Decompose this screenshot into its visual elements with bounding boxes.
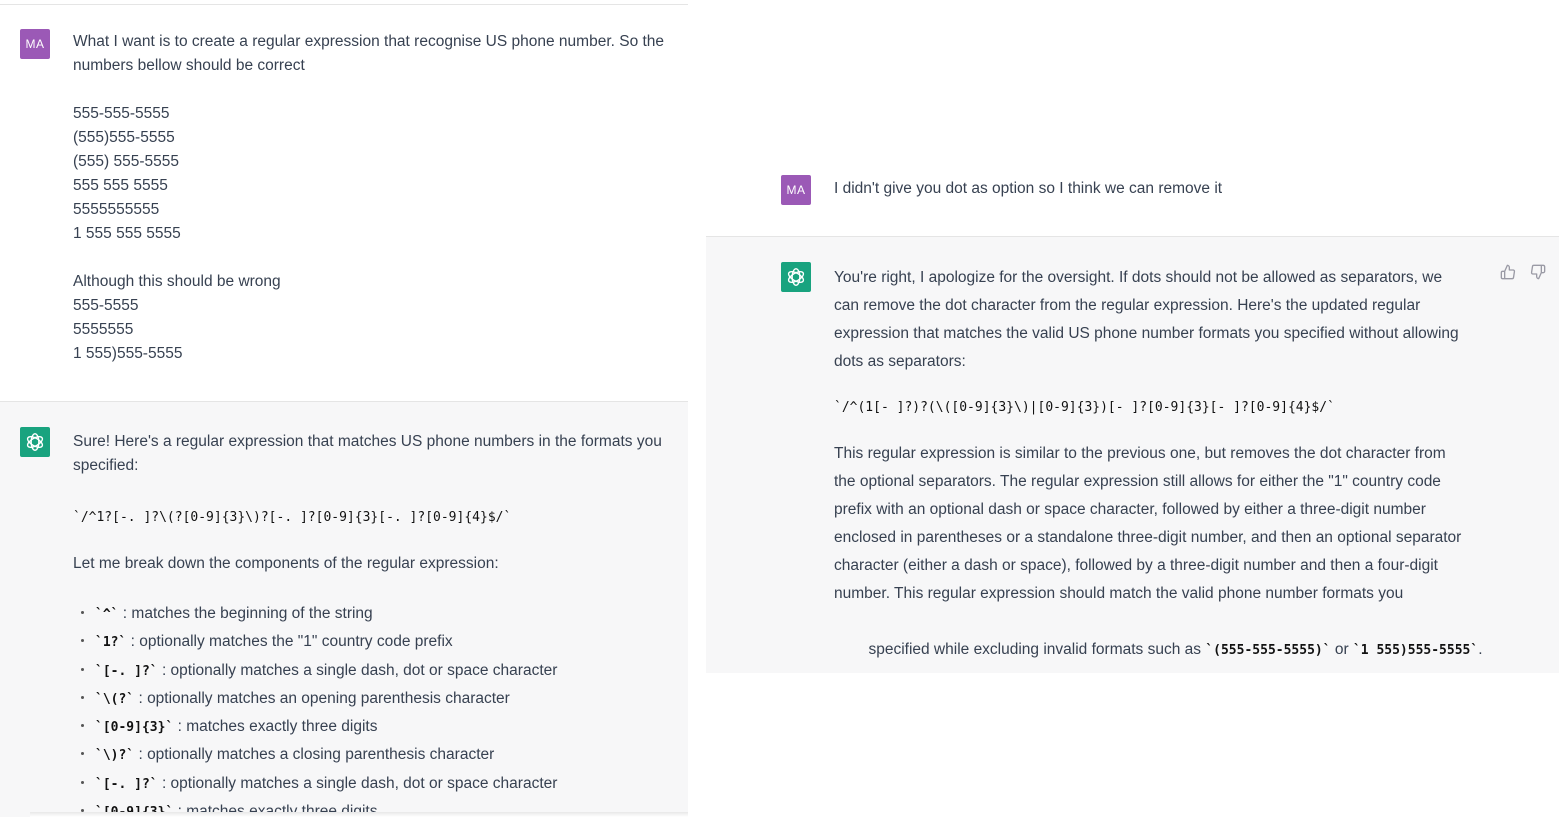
list-item: `[-. ]?` : optionally matches a single d… — [73, 770, 683, 798]
paragraph-line: expression that matches the valid US pho… — [834, 325, 1459, 342]
text-span: or — [1330, 641, 1353, 658]
inline-code: `(555-555-5555)` — [1205, 643, 1331, 658]
paragraph-line: prefix with an optional dash or space ch… — [834, 501, 1426, 518]
paragraph: This regular expression is similar to th… — [834, 440, 1494, 608]
user-message: MA I didn't give you dot as option so I … — [706, 0, 1559, 236]
message-line: What I want is to create a regular expre… — [73, 33, 665, 50]
chatgpt-avatar — [20, 427, 50, 457]
inline-code: `[-. ]?` — [95, 663, 158, 679]
list-item-text: : optionally matches a single dash, dot … — [161, 661, 558, 679]
list-item: `^` : matches the beginning of the strin… — [73, 600, 683, 628]
assistant-message-text: You're right, I apologize for the oversi… — [834, 264, 1494, 693]
message-line: 555-555-5555 — [73, 105, 170, 122]
list-item-text: : optionally matches a closing parenthes… — [138, 746, 495, 764]
paragraph-line: Let me break down the components of the … — [73, 555, 499, 572]
inline-code: `^` — [95, 607, 119, 622]
message-line: 555 555 5555 — [73, 177, 168, 194]
feedback-buttons — [1500, 264, 1546, 280]
inline-code: `\)?` — [95, 748, 135, 764]
chatgpt-avatar — [781, 262, 811, 292]
list-item: `[-. ]?` : optionally matches a single d… — [73, 657, 683, 685]
paragraph: You're right, I apologize for the oversi… — [834, 264, 1494, 376]
message-line: 555-5555 — [73, 297, 139, 314]
list-item-text: : optionally matches a single dash, dot … — [161, 774, 558, 792]
inline-code: `\(?` — [95, 691, 135, 707]
left-conversation-panel: MA What I want is to create a regular ex… — [0, 0, 688, 817]
user-message: MA What I want is to create a regular ex… — [0, 5, 688, 401]
user-avatar: MA — [20, 29, 50, 59]
text-span: specified while excluding invalid format… — [868, 641, 1206, 658]
message-line: 1 555 555 5555 — [73, 225, 181, 242]
regex-code: `/^(1[- ]?)?(\([0-9]{3}\)|[0-9]{3})[- ]?… — [834, 400, 1335, 415]
inline-code: `[0-9]{3}` — [95, 720, 174, 736]
thumbs-down-icon[interactable] — [1530, 264, 1546, 280]
paragraph-line: can remove the dot character from the re… — [834, 297, 1421, 314]
right-conversation-panel: MA I didn't give you dot as option so I … — [706, 0, 1559, 817]
thumbs-up-icon[interactable] — [1500, 264, 1516, 280]
assistant-message: You're right, I apologize for the oversi… — [706, 236, 1559, 673]
paragraph-line: number. This regular expression should m… — [834, 585, 1404, 602]
message-line: 5555555 — [73, 321, 134, 338]
openai-logo-icon — [787, 268, 805, 286]
user-message-text: What I want is to create a regular expre… — [73, 30, 683, 366]
assistant-message-text: Sure! Here's a regular expression that m… — [73, 430, 683, 817]
paragraph-line: specified while excluding invalid format… — [834, 608, 1494, 693]
paragraph-line: enclosed in parentheses or a standalone … — [834, 529, 1462, 546]
user-message-text: I didn't give you dot as option so I thi… — [834, 177, 1222, 201]
paragraph-line: You're right, I apologize for the oversi… — [834, 269, 1443, 286]
scroll-edge — [30, 812, 688, 817]
paragraph-line: specified: — [73, 457, 139, 474]
user-avatar: MA — [781, 175, 811, 205]
paragraph-line: Sure! Here's a regular expression that m… — [73, 433, 662, 450]
list-item-text: : optionally matches the "1" country cod… — [130, 633, 453, 651]
regex-code: `/^1?[-. ]?\(?[0-9]{3}\)?[-. ]?[0-9]{3}[… — [73, 510, 512, 525]
message-line: (555) 555-5555 — [73, 153, 179, 170]
list-item: `1?` : optionally matches the "1" countr… — [73, 628, 683, 656]
list-item-text: : matches exactly three digits — [177, 718, 378, 736]
paragraph-line: This regular expression is similar to th… — [834, 445, 1446, 462]
breakdown-list: `^` : matches the beginning of the strin… — [73, 600, 683, 817]
message-line: 5555555555 — [73, 201, 160, 218]
message-line: 1 555)555-5555 — [73, 345, 183, 362]
list-item-text: : optionally matches an opening parenthe… — [138, 689, 510, 707]
inline-code: `1?` — [95, 635, 127, 651]
list-item: `\)?` : optionally matches a closing par… — [73, 741, 683, 769]
inline-code: `[-. ]?` — [95, 776, 158, 792]
paragraph-line: dots as separators: — [834, 353, 966, 370]
openai-logo-icon — [26, 433, 44, 451]
paragraph-line: the optional separators. The regular exp… — [834, 473, 1441, 490]
inline-code: `1 555)555-5555` — [1352, 643, 1479, 658]
paragraph-line: I didn't give you dot as option so I thi… — [834, 180, 1223, 197]
message-line: numbers bellow should be correct — [73, 57, 305, 74]
text-span: . — [1478, 641, 1483, 658]
list-item: `\(?` : optionally matches an opening pa… — [73, 685, 683, 713]
list-item-text: : matches the beginning of the string — [122, 605, 373, 622]
assistant-message: Sure! Here's a regular expression that m… — [0, 401, 688, 817]
message-line: Although this should be wrong — [73, 273, 281, 290]
list-item: `[0-9]{3}` : matches exactly three digit… — [73, 713, 683, 741]
paragraph-line: character (either a dash or space), foll… — [834, 557, 1438, 574]
message-line: (555)555-5555 — [73, 129, 175, 146]
